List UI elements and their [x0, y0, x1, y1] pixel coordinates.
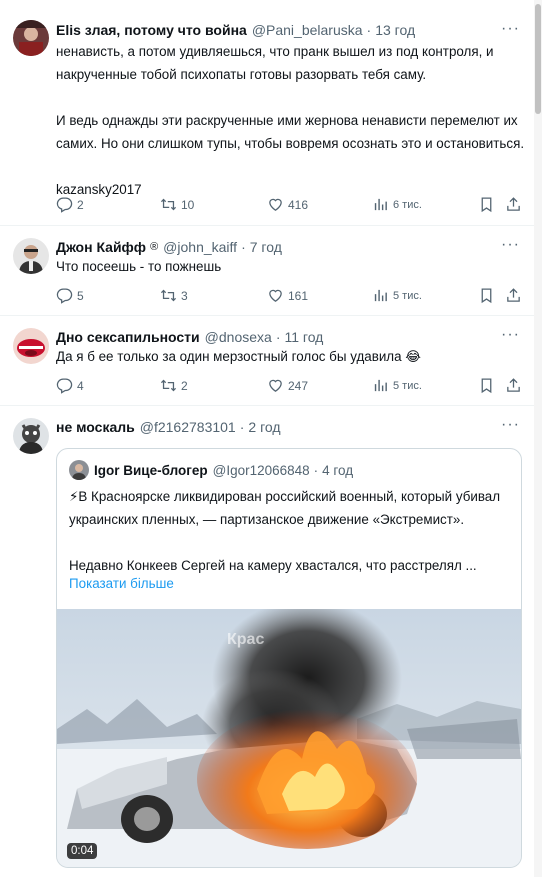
- share-icon: [507, 197, 520, 211]
- reply-icon: [56, 288, 73, 304]
- avatar[interactable]: [13, 328, 49, 364]
- reply-icon: [56, 197, 73, 213]
- reply-count: 5: [77, 288, 84, 303]
- reply-button[interactable]: 5: [56, 287, 84, 304]
- action-bar: 4 2 247 5 тис.: [56, 377, 526, 397]
- quote-author-name[interactable]: Igor Вице-блогер: [94, 463, 208, 478]
- retweet-icon: [160, 198, 177, 211]
- separator-dot: ·: [313, 462, 319, 478]
- separator-dot: ·: [239, 419, 245, 435]
- author-name[interactable]: Джон Кайфф: [56, 239, 146, 255]
- avatar[interactable]: [13, 20, 49, 56]
- like-count: 161: [288, 288, 309, 303]
- like-count: 247: [288, 378, 309, 393]
- views-chart-icon: [374, 289, 387, 302]
- separator-dot: ·: [366, 22, 372, 38]
- reply-count: 4: [77, 378, 84, 393]
- retweet-button[interactable]: 10: [160, 196, 194, 213]
- action-bar: 2 10 416 6 тис.: [56, 196, 526, 216]
- views-button[interactable]: 5 тис.: [372, 377, 422, 394]
- views-chart-icon: [374, 379, 387, 392]
- retweet-icon: [160, 379, 177, 392]
- more-icon[interactable]: ···: [501, 326, 520, 344]
- badge-icon: ®: [150, 241, 159, 253]
- views-button[interactable]: 5 тис.: [372, 287, 422, 304]
- author-handle[interactable]: @f2162783101: [140, 419, 236, 435]
- views-count: 5 тис.: [393, 289, 422, 302]
- reply-button[interactable]: 2: [56, 196, 84, 213]
- author-handle[interactable]: @Pani_belaruska: [252, 22, 363, 38]
- quoted-tweet[interactable]: Igor Вице-блогер @Igor12066848 · 4 год ⚡…: [56, 448, 522, 868]
- quote-author-handle[interactable]: @Igor12066848: [213, 463, 310, 478]
- views-chart-icon: [374, 198, 387, 211]
- reply-button[interactable]: 4: [56, 377, 84, 394]
- retweet-icon: [160, 289, 177, 302]
- heart-icon: [269, 289, 282, 302]
- share-icon: [507, 378, 520, 392]
- quote-timestamp[interactable]: 4 год: [322, 463, 353, 478]
- avatar[interactable]: [13, 238, 49, 274]
- video-player[interactable]: Крас 0:04: [57, 609, 521, 867]
- separator-dot: ·: [275, 329, 281, 345]
- quote-avatar[interactable]: [69, 460, 89, 480]
- video-thumbnail: Крас: [57, 609, 521, 867]
- share-icon: [507, 288, 520, 302]
- action-bar: 5 3 161 5 тис.: [56, 287, 526, 307]
- like-count: 416: [288, 197, 309, 212]
- bookmark-icon: [481, 197, 492, 213]
- author-name[interactable]: Elis злая, потому что война: [56, 22, 247, 38]
- tweet-2[interactable]: Джон Кайфф ® @john_kaiff · 7 год ··· Что…: [0, 226, 542, 316]
- reply-icon: [56, 378, 73, 394]
- timestamp[interactable]: 7 год: [250, 239, 282, 255]
- retweet-count: 3: [181, 288, 188, 303]
- more-icon[interactable]: ···: [501, 20, 520, 38]
- timestamp[interactable]: 2 год: [248, 419, 280, 435]
- views-count: 5 тис.: [393, 379, 422, 392]
- tweet-1[interactable]: Elis злая, потому что война @Pani_belaru…: [0, 0, 542, 226]
- like-button[interactable]: 247: [267, 377, 308, 394]
- author-name[interactable]: Дно сексапильности: [56, 329, 200, 345]
- more-icon[interactable]: ···: [501, 416, 520, 434]
- author-handle[interactable]: @dnosexa: [205, 329, 272, 345]
- bookmark-icon: [481, 378, 492, 394]
- video-watermark: Крас: [227, 631, 264, 648]
- timestamp[interactable]: 11 год: [284, 329, 323, 345]
- author-handle[interactable]: @john_kaiff: [163, 239, 237, 255]
- heart-icon: [269, 198, 282, 211]
- bookmark-button[interactable]: [478, 377, 499, 394]
- views-button[interactable]: 6 тис.: [372, 196, 422, 213]
- share-button[interactable]: [505, 287, 526, 304]
- separator-dot: ·: [241, 239, 246, 255]
- retweet-button[interactable]: 3: [160, 287, 188, 304]
- bookmark-icon: [481, 288, 492, 304]
- retweet-button[interactable]: 2: [160, 377, 188, 394]
- bookmark-button[interactable]: [478, 196, 499, 213]
- quote-text: ⚡В Красноярске ликвидирован российский в…: [69, 489, 501, 573]
- views-count: 6 тис.: [393, 198, 422, 211]
- scrollbar[interactable]: [534, 0, 542, 877]
- retweet-count: 2: [181, 378, 188, 393]
- avatar[interactable]: [13, 418, 49, 454]
- tweet-3[interactable]: Дно сексапильности @dnosexa · 11 год ···…: [0, 316, 542, 406]
- like-button[interactable]: 416: [267, 196, 308, 213]
- tweet-text: Да я б ее только за один мерзостный голо…: [56, 349, 421, 364]
- like-button[interactable]: 161: [267, 287, 308, 304]
- heart-icon: [269, 379, 282, 392]
- author-name[interactable]: не москаль: [56, 419, 135, 435]
- video-duration: 0:04: [67, 843, 98, 859]
- bookmark-button[interactable]: [478, 287, 499, 304]
- tweet-text: ненависть, а потом удивляешься, что пран…: [56, 44, 525, 197]
- more-icon[interactable]: ···: [501, 236, 520, 254]
- scrollbar-thumb[interactable]: [535, 4, 541, 114]
- share-button[interactable]: [505, 196, 526, 213]
- show-more-link[interactable]: Показати більше: [69, 576, 174, 591]
- tweet-text: Что посеешь - то пожнешь: [56, 259, 222, 274]
- timestamp[interactable]: 13 год: [375, 22, 415, 38]
- retweet-count: 10: [181, 197, 195, 212]
- share-button[interactable]: [505, 377, 526, 394]
- reply-count: 2: [77, 197, 84, 212]
